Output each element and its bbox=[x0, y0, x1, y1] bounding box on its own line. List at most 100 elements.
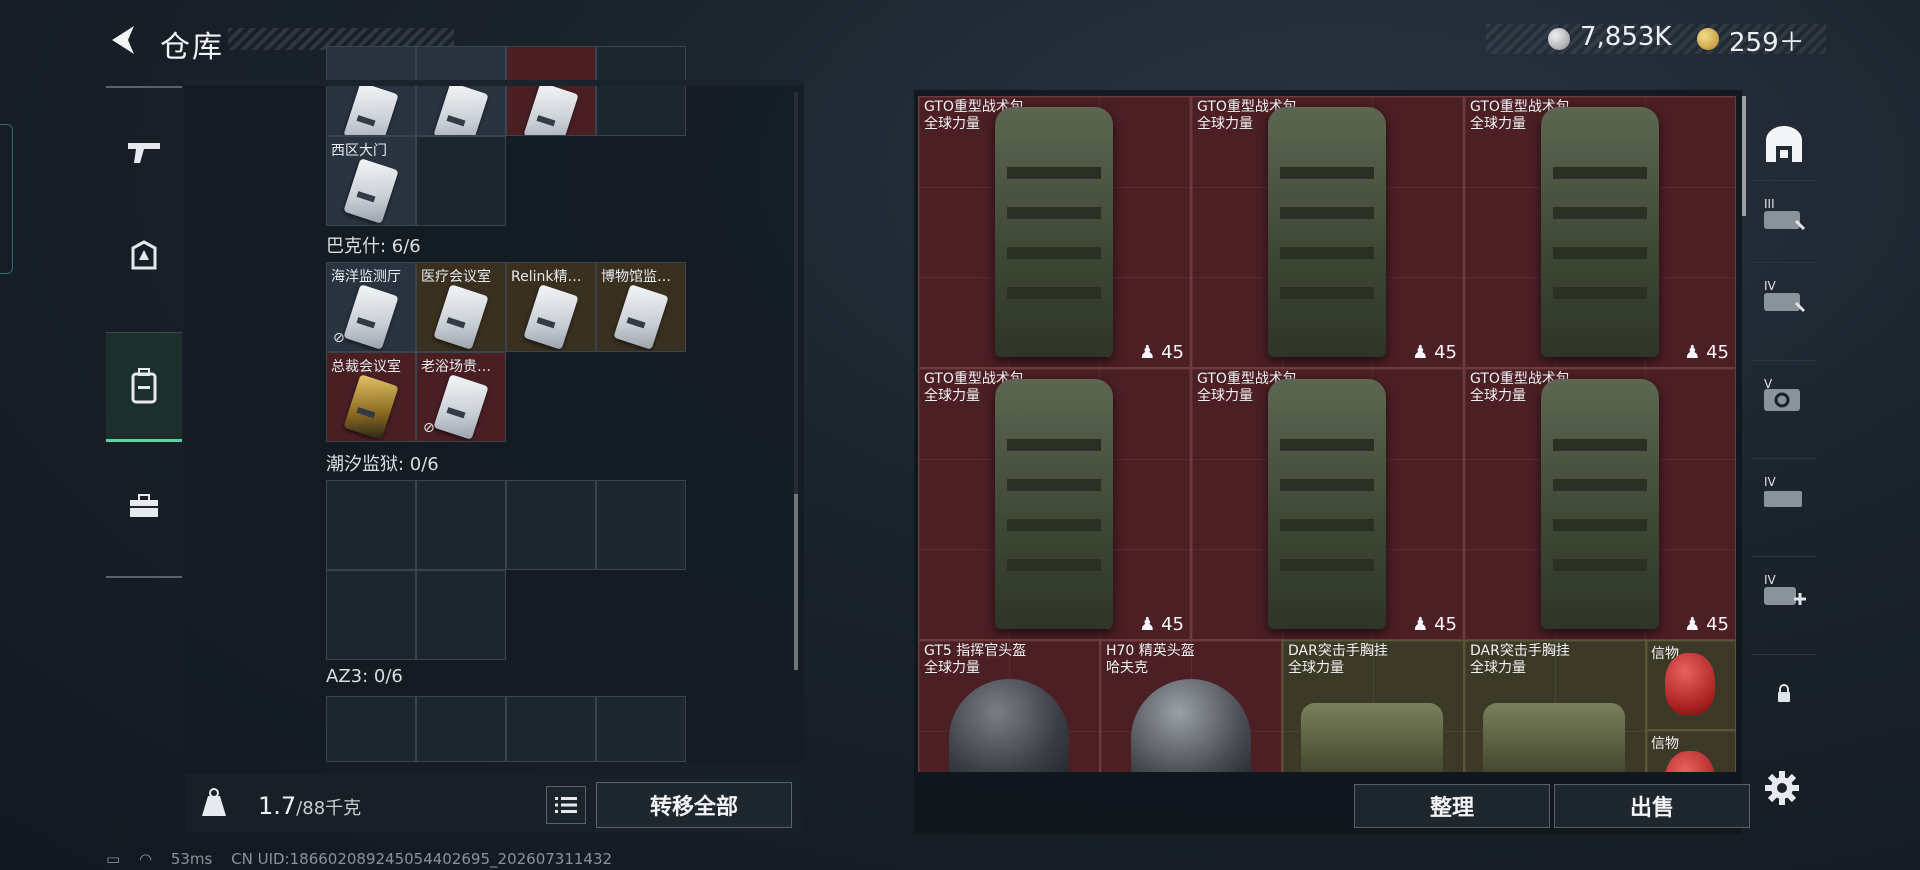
backpack-image bbox=[995, 379, 1113, 629]
list-view-button[interactable] bbox=[546, 786, 586, 824]
chest-rig-image bbox=[1483, 703, 1625, 772]
item-quantity: ♟ 45 bbox=[1139, 342, 1184, 363]
backpack-item[interactable]: GTO重型战术包 全球力量 ♟ 45 bbox=[918, 368, 1191, 640]
unavailable-icon: ⊘ bbox=[423, 420, 435, 436]
backpack-image bbox=[995, 107, 1113, 357]
weight-icon bbox=[198, 786, 230, 818]
backpack-icon bbox=[131, 368, 157, 404]
backpack-item[interactable]: GTO重型战术包 全球力量 ♟ 45 bbox=[1191, 368, 1464, 640]
transfer-all-button[interactable]: 转移全部 bbox=[596, 782, 792, 828]
item-name: DAR突击手胸挂 全球力量 bbox=[1470, 643, 1570, 676]
lock-icon bbox=[1778, 684, 1790, 702]
backpack-item[interactable]: GTO重型战术包 全球力量 ♟ 45 bbox=[1464, 96, 1736, 368]
weight-current: 1.7 bbox=[258, 792, 297, 820]
helmet-item[interactable]: H70 精英头盔 哈夫克 bbox=[1100, 640, 1282, 772]
red-mask-image bbox=[1665, 653, 1715, 715]
organize-button[interactable]: 整理 bbox=[1354, 784, 1550, 828]
keycard-medical-meeting[interactable]: 医疗会议室 bbox=[416, 262, 506, 352]
tab-storage-tier-iii[interactable]: III bbox=[1752, 180, 1816, 257]
keycard-slot-empty[interactable] bbox=[416, 696, 506, 762]
tier-label: IV bbox=[1764, 475, 1776, 489]
keycard-west-gate[interactable]: 西区大门 bbox=[326, 136, 416, 226]
gear-icon bbox=[1765, 771, 1799, 805]
backpack-item[interactable]: GTO重型战术包 全球力量 ♟ 45 bbox=[1191, 96, 1464, 368]
group-label-bakesh: 巴克什: 6/6 bbox=[326, 236, 421, 257]
tab-storage-tier-iv-b[interactable]: IV bbox=[1752, 458, 1816, 535]
wifi-icon: ◠ bbox=[138, 850, 153, 868]
list-icon bbox=[555, 797, 577, 813]
tab-storage-tier-v[interactable]: V bbox=[1752, 360, 1816, 437]
helmet-item[interactable]: GT5 指挥官头盔 全球力量 bbox=[918, 640, 1100, 772]
backpack-image bbox=[1268, 379, 1386, 629]
item-quantity: ♟ 45 bbox=[1684, 614, 1729, 635]
keycard-slot-empty[interactable] bbox=[596, 696, 686, 762]
chest-rig-item[interactable]: DAR突击手胸挂 全球力量 bbox=[1282, 640, 1464, 772]
gun-icon bbox=[128, 143, 160, 163]
nav-container[interactable] bbox=[106, 332, 182, 442]
tier-label: V bbox=[1764, 377, 1773, 391]
keycard-slot[interactable] bbox=[416, 136, 506, 226]
relic-item[interactable]: 信物 bbox=[1646, 640, 1736, 730]
keycard-slot-empty[interactable] bbox=[416, 570, 506, 660]
back-arrow-icon bbox=[112, 26, 134, 54]
backpack-item[interactable]: GTO重型战术包 全球力量 ♟ 45 bbox=[918, 96, 1191, 368]
keycard-slot[interactable] bbox=[326, 46, 416, 136]
nav-weapons[interactable] bbox=[106, 112, 182, 192]
gold-amount[interactable]: 259＋ bbox=[1729, 22, 1805, 59]
tab-storage-main[interactable] bbox=[1752, 106, 1816, 182]
item-name: H70 精英头盔 哈夫克 bbox=[1106, 643, 1195, 676]
relic-item[interactable]: 信物 bbox=[1646, 730, 1736, 772]
group-label-az3: AZ3: 0/6 bbox=[326, 666, 403, 687]
storage-scrollbar[interactable] bbox=[1742, 96, 1746, 216]
silver-amount: 7,853K bbox=[1580, 22, 1672, 52]
keycard-icon bbox=[343, 284, 399, 350]
item-name: DAR突击手胸挂 全球力量 bbox=[1288, 643, 1388, 676]
keycard-slot[interactable] bbox=[506, 46, 596, 136]
keycard-slot-empty[interactable] bbox=[326, 696, 416, 762]
sell-button[interactable]: 出售 bbox=[1554, 784, 1750, 828]
keycard-slot-empty[interactable] bbox=[326, 480, 416, 570]
keycard-icon bbox=[613, 284, 669, 350]
item-name: 信物 bbox=[1651, 736, 1679, 752]
keycard-ocean-monitoring[interactable]: 海洋监测厅 ⊘ bbox=[326, 262, 416, 352]
chest-rig-item[interactable]: DAR突击手胸挂 全球力量 bbox=[1464, 640, 1646, 772]
keycard-slot-empty[interactable] bbox=[506, 696, 596, 762]
item-quantity: ♟ 45 bbox=[1412, 614, 1457, 635]
unavailable-icon: ⊘ bbox=[333, 330, 345, 346]
keycard-slot[interactable] bbox=[416, 46, 506, 136]
silver-coin-icon bbox=[1548, 28, 1570, 50]
item-name: GT5 指挥官头盔 全球力量 bbox=[924, 643, 1027, 676]
container-icon bbox=[1766, 126, 1802, 162]
keycard-icon bbox=[523, 284, 579, 350]
keycard-relink[interactable]: Relink精… bbox=[506, 262, 596, 352]
keycard-slot-empty[interactable] bbox=[416, 480, 506, 570]
tier-label: IV bbox=[1764, 279, 1776, 293]
ping-text: 53ms bbox=[170, 850, 213, 868]
nav-toolbox[interactable] bbox=[106, 466, 182, 546]
tab-storage-tier-iv[interactable]: IV bbox=[1752, 262, 1816, 339]
keycard-old-bathhouse[interactable]: 老浴场贵… ⊘ bbox=[416, 352, 506, 442]
keycard-museum[interactable]: 博物馆监… bbox=[596, 262, 686, 352]
side-tab-handle[interactable] bbox=[0, 124, 13, 274]
left-nav bbox=[106, 86, 182, 578]
backpack-image bbox=[1268, 107, 1386, 357]
toolbox-icon bbox=[130, 494, 158, 517]
keycard-scroll-thumb[interactable] bbox=[794, 494, 798, 670]
tier-label: IV bbox=[1764, 573, 1776, 587]
tab-storage-tier-iv-c[interactable]: IV bbox=[1752, 556, 1816, 633]
backpack-image bbox=[1541, 379, 1659, 629]
backpack-item[interactable]: GTO重型战术包 全球力量 ♟ 45 bbox=[1464, 368, 1736, 640]
settings-button[interactable] bbox=[1762, 768, 1802, 808]
back-button[interactable] bbox=[104, 20, 144, 60]
keycard-ceo-meeting[interactable]: 总裁会议室 bbox=[326, 352, 416, 442]
keycard-icon bbox=[433, 374, 489, 440]
keycard-slot-empty[interactable] bbox=[326, 570, 416, 660]
tab-locked[interactable] bbox=[1752, 654, 1816, 731]
keycard-slot-empty[interactable] bbox=[596, 480, 686, 570]
keycard-slot-empty[interactable] bbox=[506, 480, 596, 570]
equipment-icon bbox=[131, 240, 157, 270]
keycard-slot[interactable] bbox=[596, 46, 686, 136]
nav-equipment[interactable] bbox=[106, 216, 182, 296]
backpack-image bbox=[1541, 107, 1659, 357]
item-quantity: ♟ 45 bbox=[1412, 342, 1457, 363]
